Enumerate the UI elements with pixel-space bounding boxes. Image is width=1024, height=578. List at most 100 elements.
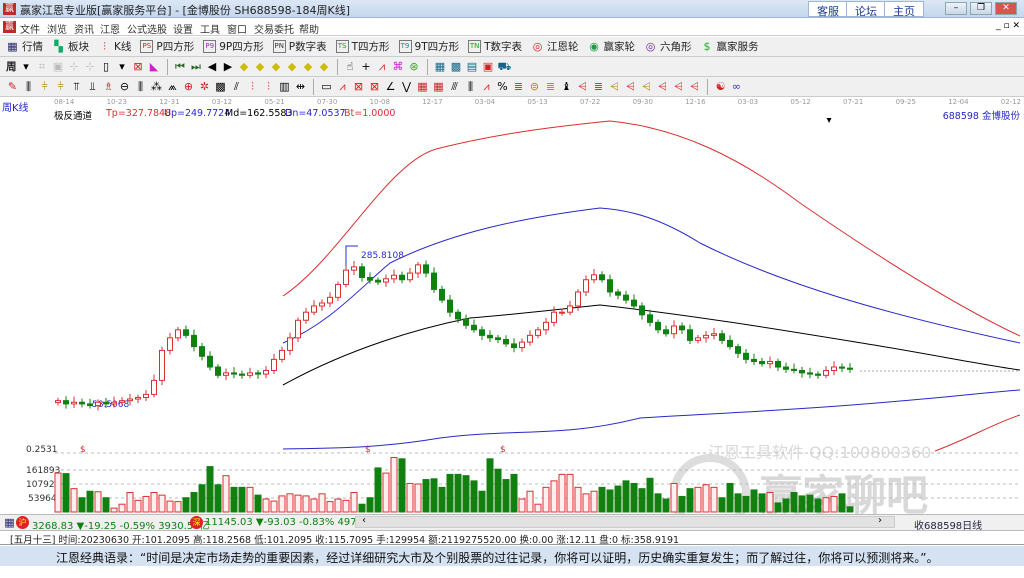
dropdown-icon[interactable]: ▾ — [20, 60, 33, 73]
tool-icon[interactable]: ◆ — [270, 60, 283, 73]
tool-icon[interactable]: ≣ — [512, 80, 525, 93]
calculator-icon[interactable]: ▩ — [450, 60, 463, 73]
tool-icon[interactable]: ▣ — [52, 60, 65, 73]
tool-icon[interactable]: ⫩ — [38, 80, 51, 93]
crosshair-icon[interactable]: + — [360, 60, 373, 73]
tool-icon[interactable]: ⛟ — [498, 60, 512, 73]
scrollbar[interactable] — [355, 516, 895, 528]
menu-news[interactable]: 资讯 — [74, 21, 94, 36]
tool-icon[interactable]: ⩤ — [576, 80, 589, 93]
scroll-right-icon[interactable]: › — [878, 515, 882, 526]
tool-icon[interactable]: ⫶ — [262, 80, 275, 93]
tool-icon[interactable]: ⫫ — [86, 80, 99, 93]
scroll-left-icon[interactable]: ‹ — [362, 515, 366, 526]
tool-icon[interactable]: ⫼ — [134, 80, 147, 93]
tool-icon[interactable]: ⫪ — [70, 80, 83, 93]
tool-icon[interactable]: ⇹ — [294, 80, 307, 93]
tool-icon[interactable]: ⫼ — [22, 80, 35, 93]
homepage-button[interactable]: 主页 — [884, 1, 924, 18]
tool-icon[interactable]: ⩤ — [688, 80, 701, 93]
close-button[interactable]: ✕ — [995, 2, 1017, 15]
service-button[interactable]: 客服 — [808, 1, 848, 18]
tool-icon[interactable]: ⌘ — [392, 60, 405, 73]
tool-t-square[interactable]: T四方形 — [352, 39, 390, 54]
tool-icon[interactable]: ◆ — [254, 60, 267, 73]
last-icon[interactable]: ⏭ — [190, 60, 203, 73]
tool-winner-service[interactable]: 赢家服务 — [717, 39, 759, 54]
tool-9t-square[interactable]: 9T四方形 — [415, 39, 460, 54]
tool-icon[interactable]: ⫶ — [246, 80, 259, 93]
hand-icon[interactable]: ☝ — [344, 60, 357, 73]
tool-icon[interactable]: ◆ — [238, 60, 251, 73]
first-icon[interactable]: ⏮ — [174, 60, 187, 73]
minimize-button[interactable]: – — [945, 2, 967, 15]
menu-tools[interactable]: 工具 — [200, 21, 220, 36]
tool-sector[interactable]: 板块 — [68, 39, 89, 54]
tool-icon[interactable]: ⩘ — [376, 60, 389, 73]
tool-quote[interactable]: 行情 — [22, 39, 43, 54]
right-icon[interactable]: ▶ — [222, 60, 235, 73]
tool-icon[interactable]: ⊠ — [352, 80, 365, 93]
tool-icon[interactable]: ▭ — [320, 80, 333, 93]
menu-file[interactable]: 文件 — [20, 21, 40, 36]
tool-icon[interactable]: ♗ — [102, 80, 115, 93]
maximize-button[interactable]: ❐ — [970, 2, 992, 15]
tool-gann-wheel[interactable]: 江恩轮 — [547, 39, 579, 54]
menu-gann[interactable]: 江恩 — [100, 21, 120, 36]
tool-icon[interactable]: ◆ — [286, 60, 299, 73]
tool-icon[interactable]: ⊜ — [528, 80, 541, 93]
tool-icon[interactable]: ⊖ — [118, 80, 131, 93]
menu-formula[interactable]: 公式选股 — [127, 21, 167, 36]
tool-icon[interactable]: ∠ — [384, 80, 397, 93]
tool-icon[interactable]: ⌗ — [36, 60, 49, 73]
mdi-controls[interactable]: _ ▫ ✕ — [996, 21, 1020, 31]
tool-icon[interactable]: ⩤ — [672, 80, 685, 93]
tool-icon[interactable]: ⫼ — [464, 80, 477, 93]
yin-yang-icon[interactable]: ☯ — [714, 80, 727, 93]
tool-icon[interactable]: ⊹ — [84, 60, 97, 73]
sz-index-quote[interactable]: 11145.03 ▼-93.03 -0.83% 4970.20 — [205, 517, 379, 528]
tool-icon[interactable]: ▩ — [214, 80, 227, 93]
tool-icon[interactable]: ⊹ — [68, 60, 81, 73]
save-icon[interactable]: ▣ — [482, 60, 495, 73]
menu-help[interactable]: 帮助 — [299, 21, 319, 36]
tool-icon[interactable]: ▦ — [432, 80, 445, 93]
menu-window[interactable]: 窗口 — [227, 21, 247, 36]
tool-icon[interactable]: ⊠ — [368, 80, 381, 93]
tool-icon[interactable]: ⁂ — [150, 80, 163, 93]
tool-icon[interactable]: ⫻ — [448, 80, 461, 93]
tool-icon[interactable]: ⫽ — [230, 80, 243, 93]
tool-icon[interactable]: ⩤ — [624, 80, 637, 93]
percent-icon[interactable]: % — [496, 80, 509, 93]
tool-winner-wheel[interactable]: 赢家轮 — [604, 39, 636, 54]
pen-icon[interactable]: ✎ — [6, 80, 19, 93]
tool-icon[interactable]: ▤ — [466, 60, 479, 73]
tool-icon[interactable]: ◆ — [318, 60, 331, 73]
tool-icon[interactable]: ⊛ — [408, 60, 421, 73]
calendar-icon[interactable]: ▦ — [434, 60, 447, 73]
tool-icon[interactable]: ≣ — [592, 80, 605, 93]
tool-icon[interactable]: ⊠ — [132, 60, 145, 73]
menu-browse[interactable]: 浏览 — [47, 21, 67, 36]
menu-trade[interactable]: 交易委托 — [254, 21, 294, 36]
calculator-icon[interactable]: ▦ — [3, 516, 16, 529]
tool-icon[interactable]: ◣ — [148, 60, 161, 73]
tool-kline[interactable]: K线 — [114, 39, 131, 54]
period-select[interactable]: 周 — [6, 59, 17, 74]
tool-hexagon[interactable]: 六角形 — [660, 39, 692, 54]
tool-icon[interactable]: ✲ — [198, 80, 211, 93]
tool-p-square[interactable]: P四方形 — [156, 39, 194, 54]
tool-icon[interactable]: ⩘ — [336, 80, 349, 93]
tool-icon[interactable]: ⩕ — [166, 80, 179, 93]
kline-chart[interactable]: 江恩工具软件 QQ:100800360 赢家聊吧 0.2531 161893 1… — [0, 118, 1024, 514]
tool-icon[interactable]: ≣ — [544, 80, 557, 93]
tool-icon[interactable]: ⩘ — [480, 80, 493, 93]
tool-icon[interactable]: ▥ — [278, 80, 291, 93]
tool-icon[interactable]: ⩤ — [608, 80, 621, 93]
tool-icon[interactable]: ⊕ — [182, 80, 195, 93]
infinity-icon[interactable]: ∞ — [730, 80, 743, 93]
forum-button[interactable]: 论坛 — [846, 1, 886, 18]
tool-icon[interactable]: ▯ — [100, 60, 113, 73]
tool-icon[interactable]: ⋁ — [400, 80, 413, 93]
tool-icon[interactable]: ⫩ — [54, 80, 67, 93]
